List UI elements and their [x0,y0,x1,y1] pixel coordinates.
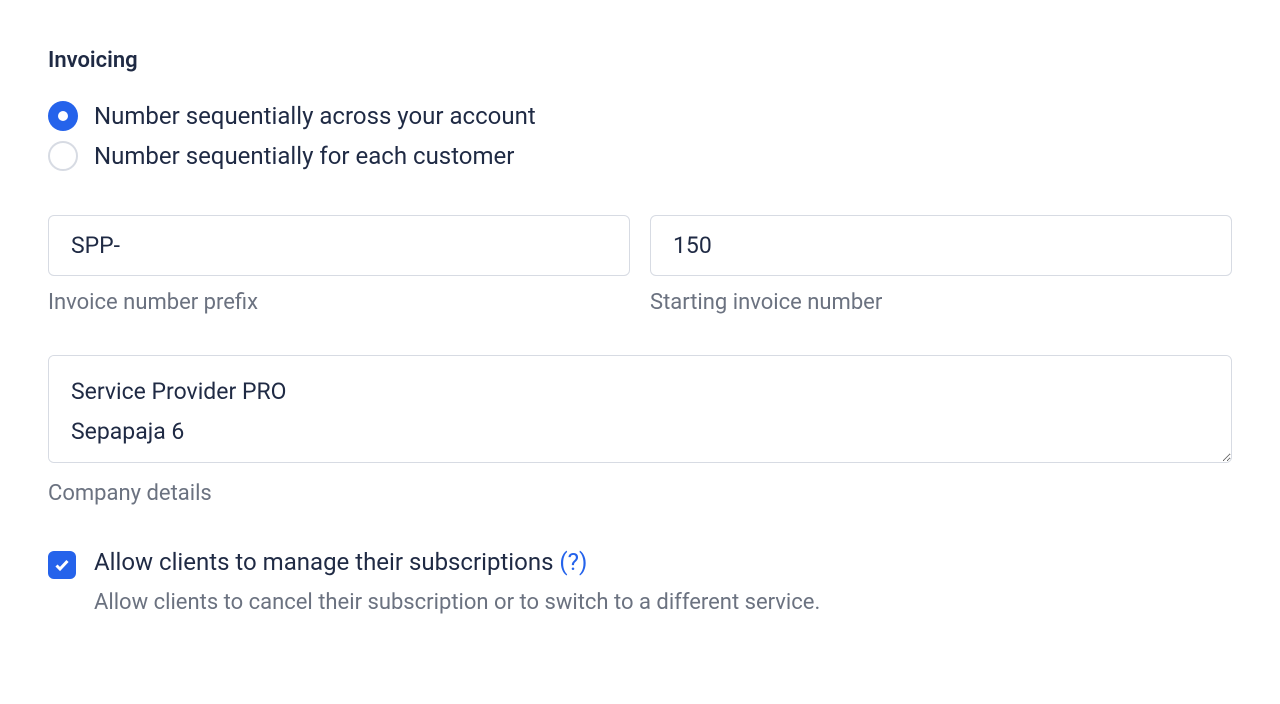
numbering-radio-group: Number sequentially across your account … [48,101,1232,171]
invoice-prefix-input[interactable] [48,215,630,276]
allow-clients-content: Allow clients to manage their subscripti… [94,548,1232,615]
starting-caption: Starting invoice number [650,290,1232,315]
radio-number-account[interactable]: Number sequentially across your account [48,101,1232,131]
radio-label: Number sequentially for each customer [94,142,514,170]
invoicing-settings: Invoicing Number sequentially across you… [48,48,1232,615]
company-caption: Company details [48,481,1232,506]
radio-unselected-icon [48,141,78,171]
prefix-caption: Invoice number prefix [48,290,630,315]
section-title: Invoicing [48,48,1232,73]
allow-clients-description: Allow clients to cancel their subscripti… [94,590,1232,615]
company-details-textarea[interactable]: Service Provider PRO Sepapaja 6 [48,355,1232,463]
company-details-group: Service Provider PRO Sepapaja 6 Company … [48,355,1232,506]
radio-selected-icon [48,101,78,131]
radio-number-customer[interactable]: Number sequentially for each customer [48,141,1232,171]
allow-clients-label: Allow clients to manage their subscripti… [94,548,559,576]
starting-field-group: Starting invoice number [650,215,1232,315]
help-link[interactable]: (?) [559,548,587,576]
allow-clients-row: Allow clients to manage their subscripti… [48,548,1232,615]
check-icon [54,557,70,573]
invoice-number-fields: Invoice number prefix Starting invoice n… [48,215,1232,315]
starting-number-input[interactable] [650,215,1232,276]
allow-clients-checkbox[interactable] [48,551,76,579]
prefix-field-group: Invoice number prefix [48,215,630,315]
radio-label: Number sequentially across your account [94,102,536,130]
